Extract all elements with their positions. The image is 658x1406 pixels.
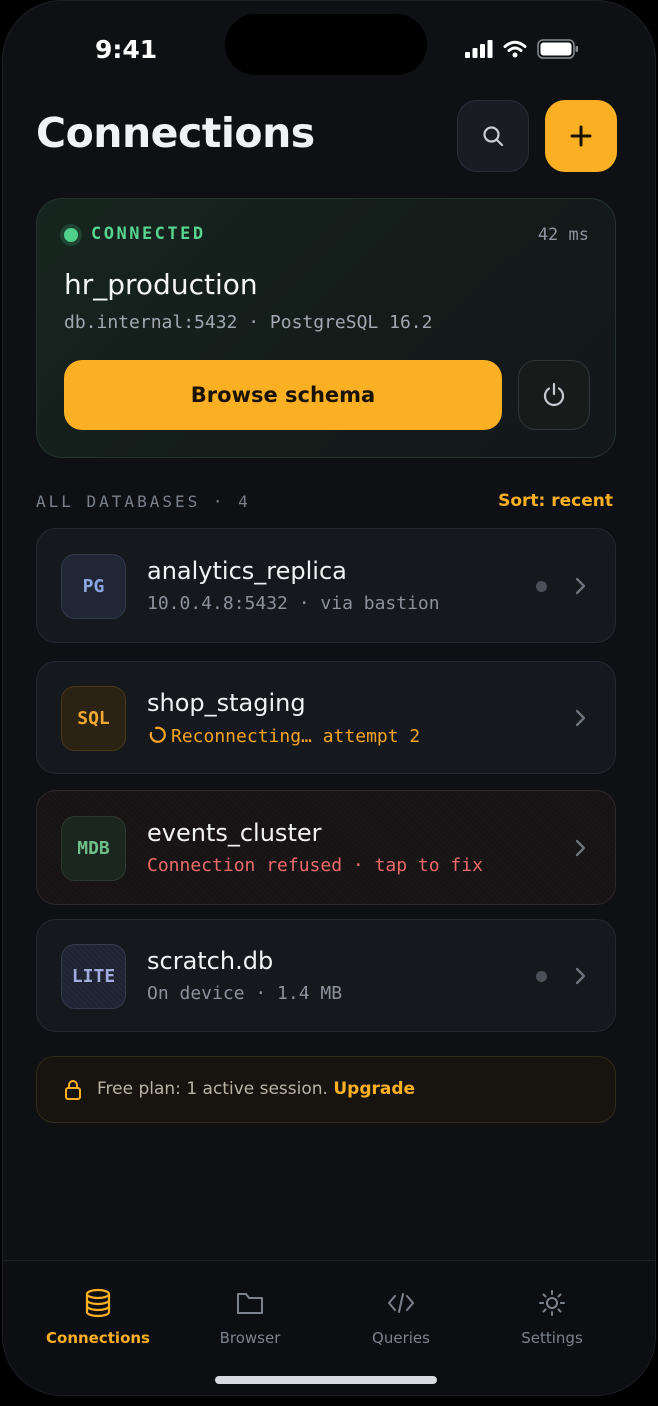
wifi-icon xyxy=(503,40,527,58)
plan-text: Free plan: 1 active session. xyxy=(97,1079,328,1099)
connection-name: hr_production xyxy=(64,268,258,301)
database-icon xyxy=(85,1288,111,1318)
chevron-right-icon xyxy=(575,577,586,595)
search-icon xyxy=(483,126,504,147)
disconnect-button[interactable] xyxy=(518,360,590,430)
db-type-badge: SQL xyxy=(61,686,126,751)
folder-icon xyxy=(237,1293,263,1314)
tab-label: Settings xyxy=(521,1329,583,1347)
tab-queries[interactable]: Queries xyxy=(326,1287,476,1347)
chevron-right-icon xyxy=(575,839,586,857)
dynamic-island xyxy=(225,14,427,75)
db-type-badge: LITE xyxy=(61,944,126,1009)
db-subtitle: Connection refused · tap to fix xyxy=(147,855,483,876)
signal-icon xyxy=(465,40,493,58)
section-label: ALL DATABASES · 4 xyxy=(36,492,251,511)
add-connection-button[interactable] xyxy=(545,100,617,172)
db-subtitle: On device · 1.4 MB xyxy=(147,983,343,1004)
database-row-events-cluster[interactable]: MDB events_cluster Connection refused · … xyxy=(36,790,616,905)
db-type-badge: MDB xyxy=(61,816,126,881)
plan-text-container: Free plan: 1 active session. Upgrade xyxy=(97,1079,415,1099)
active-connection-card: CONNECTED 42 ms hr_production db.interna… xyxy=(36,198,616,458)
tab-connections[interactable]: Connections xyxy=(23,1287,173,1347)
tab-bar: Connections Browser Queries Settings xyxy=(3,1260,655,1395)
connected-status-dot xyxy=(64,228,78,242)
browse-schema-button[interactable]: Browse schema xyxy=(64,360,502,430)
db-name: scratch.db xyxy=(147,947,274,975)
plan-banner: Free plan: 1 active session. Upgrade xyxy=(36,1056,616,1123)
db-name: events_cluster xyxy=(147,819,322,847)
tab-label: Browser xyxy=(219,1329,281,1347)
db-name: shop_staging xyxy=(147,689,306,717)
lock-icon xyxy=(65,1080,81,1100)
phone-screen: 9:41 Connections CONNECTED 42 ms hr_prod… xyxy=(2,0,656,1396)
sort-button[interactable]: Sort: recent xyxy=(498,491,613,511)
chevron-right-icon xyxy=(575,967,586,985)
connection-host: db.internal:5432 · PostgreSQL 16.2 xyxy=(64,312,433,333)
plus-icon xyxy=(570,125,592,147)
tab-label: Queries xyxy=(372,1329,430,1347)
home-indicator xyxy=(215,1376,437,1384)
status-icons xyxy=(465,39,579,59)
upgrade-link[interactable]: Upgrade xyxy=(333,1079,415,1099)
db-name: analytics_replica xyxy=(147,557,347,585)
db-subtitle: 10.0.4.8:5432 · via bastion xyxy=(147,593,440,614)
idle-status-dot xyxy=(536,971,547,982)
connection-latency: 42 ms xyxy=(537,225,589,245)
code-icon xyxy=(388,1293,414,1313)
spinner-icon xyxy=(149,726,166,743)
chevron-right-icon xyxy=(575,709,586,727)
battery-icon xyxy=(537,39,578,59)
tab-browser[interactable]: Browser xyxy=(175,1287,325,1347)
database-row-shop-staging[interactable]: SQL shop_staging Reconnecting… attempt 2 xyxy=(36,661,616,774)
power-icon xyxy=(543,382,565,407)
database-row-scratch-db[interactable]: LITE scratch.db On device · 1.4 MB xyxy=(36,919,616,1032)
idle-status-dot xyxy=(536,581,547,592)
tab-settings[interactable]: Settings xyxy=(477,1287,627,1347)
connection-status: CONNECTED xyxy=(91,224,206,244)
db-subtitle: Reconnecting… attempt 2 xyxy=(171,726,421,747)
page-title: Connections xyxy=(36,109,315,157)
db-type-badge: PG xyxy=(61,554,126,619)
status-time: 9:41 xyxy=(95,35,158,64)
search-button[interactable] xyxy=(457,100,529,172)
gear-icon xyxy=(539,1290,565,1316)
database-row-analytics-replica[interactable]: PG analytics_replica 10.0.4.8:5432 · via… xyxy=(36,528,616,643)
tab-label: Connections xyxy=(46,1329,150,1347)
db-subtitle-reconnecting: Reconnecting… attempt 2 xyxy=(147,725,420,747)
